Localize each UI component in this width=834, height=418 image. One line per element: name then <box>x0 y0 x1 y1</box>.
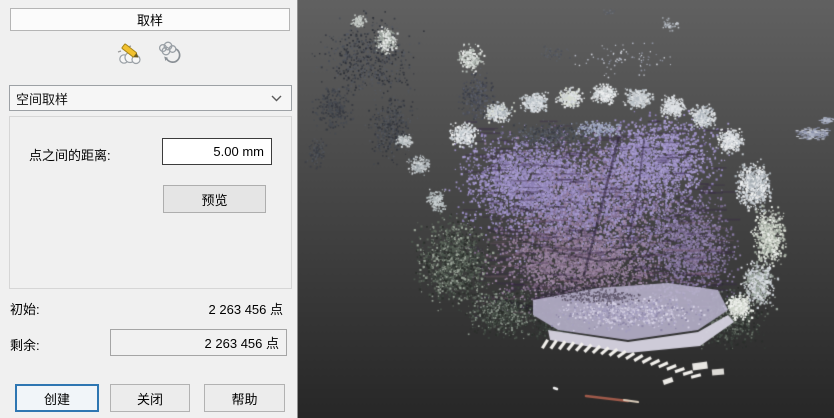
sampling-toolbar <box>0 38 298 68</box>
remaining-label: 剩余: <box>10 335 40 354</box>
remaining-stat-row: 剩余: 2 263 456 点 <box>0 329 298 357</box>
initial-label: 初始: <box>10 299 40 318</box>
preview-button[interactable]: 预览 <box>163 185 266 213</box>
sampling-method-dropdown[interactable]: 空间取样 <box>9 85 292 111</box>
resample-cloud-icon[interactable] <box>153 39 183 67</box>
sampling-method-value: 空间取样 <box>10 89 271 108</box>
initial-stat-row: 初始: 2 263 456 点 <box>0 297 298 317</box>
pointcloud-canvas[interactable] <box>298 0 834 418</box>
distance-input[interactable] <box>162 138 272 165</box>
help-button[interactable]: 帮助 <box>204 384 285 412</box>
close-button[interactable]: 关闭 <box>110 384 190 412</box>
spatial-sampling-group: 点之间的距离: 预览 <box>9 116 292 289</box>
initial-value: 2 263 456 点 <box>209 299 283 318</box>
dialog-actions: 创建 关闭 帮助 <box>0 384 298 414</box>
pointcloud-viewport[interactable] <box>298 0 834 418</box>
dialog-title: 取样 <box>10 8 290 31</box>
remaining-value: 2 263 456 点 <box>205 333 279 352</box>
distance-label: 点之间的距离: <box>29 145 111 164</box>
sample-pen-icon[interactable] <box>115 39 145 67</box>
create-button[interactable]: 创建 <box>15 384 99 412</box>
chevron-down-icon <box>271 95 291 102</box>
dialog-title-text: 取样 <box>137 10 163 29</box>
remaining-value-field: 2 263 456 点 <box>110 329 287 356</box>
sampling-dialog: 取样 空 <box>0 0 298 418</box>
